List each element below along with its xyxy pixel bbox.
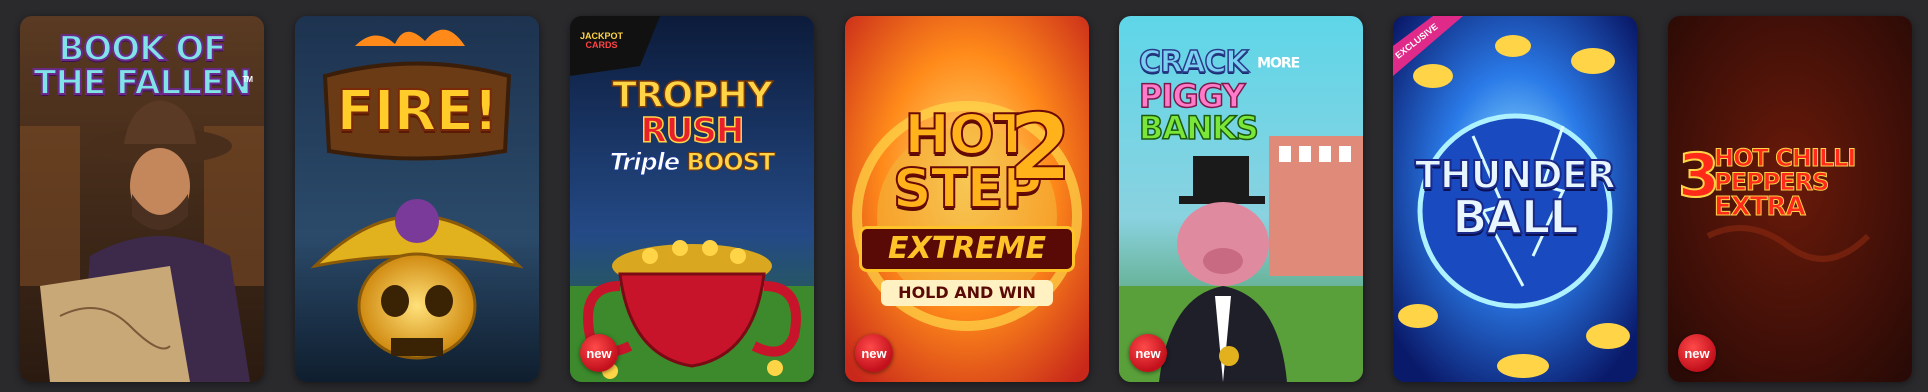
- game-title-crack: CRACK: [1138, 45, 1249, 80]
- game-card-fire[interactable]: FIRE!: [295, 16, 539, 382]
- game-title-line2: THE FALLEN: [32, 63, 252, 103]
- game-card-thunder-ball[interactable]: EXCLUSIVE THUNDER BALL: [1393, 16, 1637, 382]
- game-title-line2: RUSH: [640, 111, 745, 151]
- game-title-line3: EXTRA: [1714, 192, 1807, 222]
- new-badge: new: [855, 334, 893, 372]
- game-title-line1: TROPHY: [612, 75, 774, 116]
- game-carousel: BOOK OF THE FALLEN TM FIRE! JACKPOT CARD…: [0, 0, 1928, 392]
- game-title-line2: BALL: [1451, 190, 1579, 244]
- game-card-hot-step-2-extreme[interactable]: HOT STEP 2 EXTREME HOLD AND WIN new: [845, 16, 1089, 382]
- game-thumbnail: [570, 16, 814, 382]
- trademark-mark: TM: [242, 75, 253, 84]
- new-badge: new: [1129, 334, 1167, 372]
- game-thumbnail: [295, 16, 539, 382]
- game-card-trophy-rush[interactable]: JACKPOT CARDS TROPHY RUSH Triple BOOST n…: [570, 16, 814, 382]
- game-subtitle-triple: Triple: [609, 148, 680, 176]
- provider-logo-line2: CARDS: [585, 40, 618, 50]
- new-badge: new: [580, 334, 618, 372]
- game-title-line2: PEPPERS: [1714, 168, 1830, 196]
- game-title-number: 3: [1677, 141, 1721, 211]
- new-badge: new: [1678, 334, 1716, 372]
- game-tagline: HOLD AND WIN: [881, 280, 1053, 306]
- game-title-line1: HOT CHILLI: [1714, 144, 1857, 172]
- game-title-more: MORE: [1257, 55, 1300, 72]
- game-subtitle-boost: BOOST: [686, 148, 776, 176]
- game-banner: EXTREME: [859, 226, 1075, 272]
- game-card-book-of-the-fallen[interactable]: BOOK OF THE FALLEN TM: [20, 16, 264, 382]
- game-card-crack-more-piggy-banks[interactable]: CRACK MORE PIGGY BANKS new: [1119, 16, 1363, 382]
- game-title-line1: BOOK OF: [57, 29, 227, 69]
- game-title: FIRE!: [335, 79, 499, 144]
- game-title-line1: THUNDER: [1414, 153, 1617, 197]
- game-title-digit: 2: [1007, 94, 1073, 201]
- game-title-banks: BANKS: [1138, 109, 1259, 147]
- game-card-3-hot-chilli-peppers-extra[interactable]: 3 HOT CHILLI PEPPERS EXTRA new: [1668, 16, 1912, 382]
